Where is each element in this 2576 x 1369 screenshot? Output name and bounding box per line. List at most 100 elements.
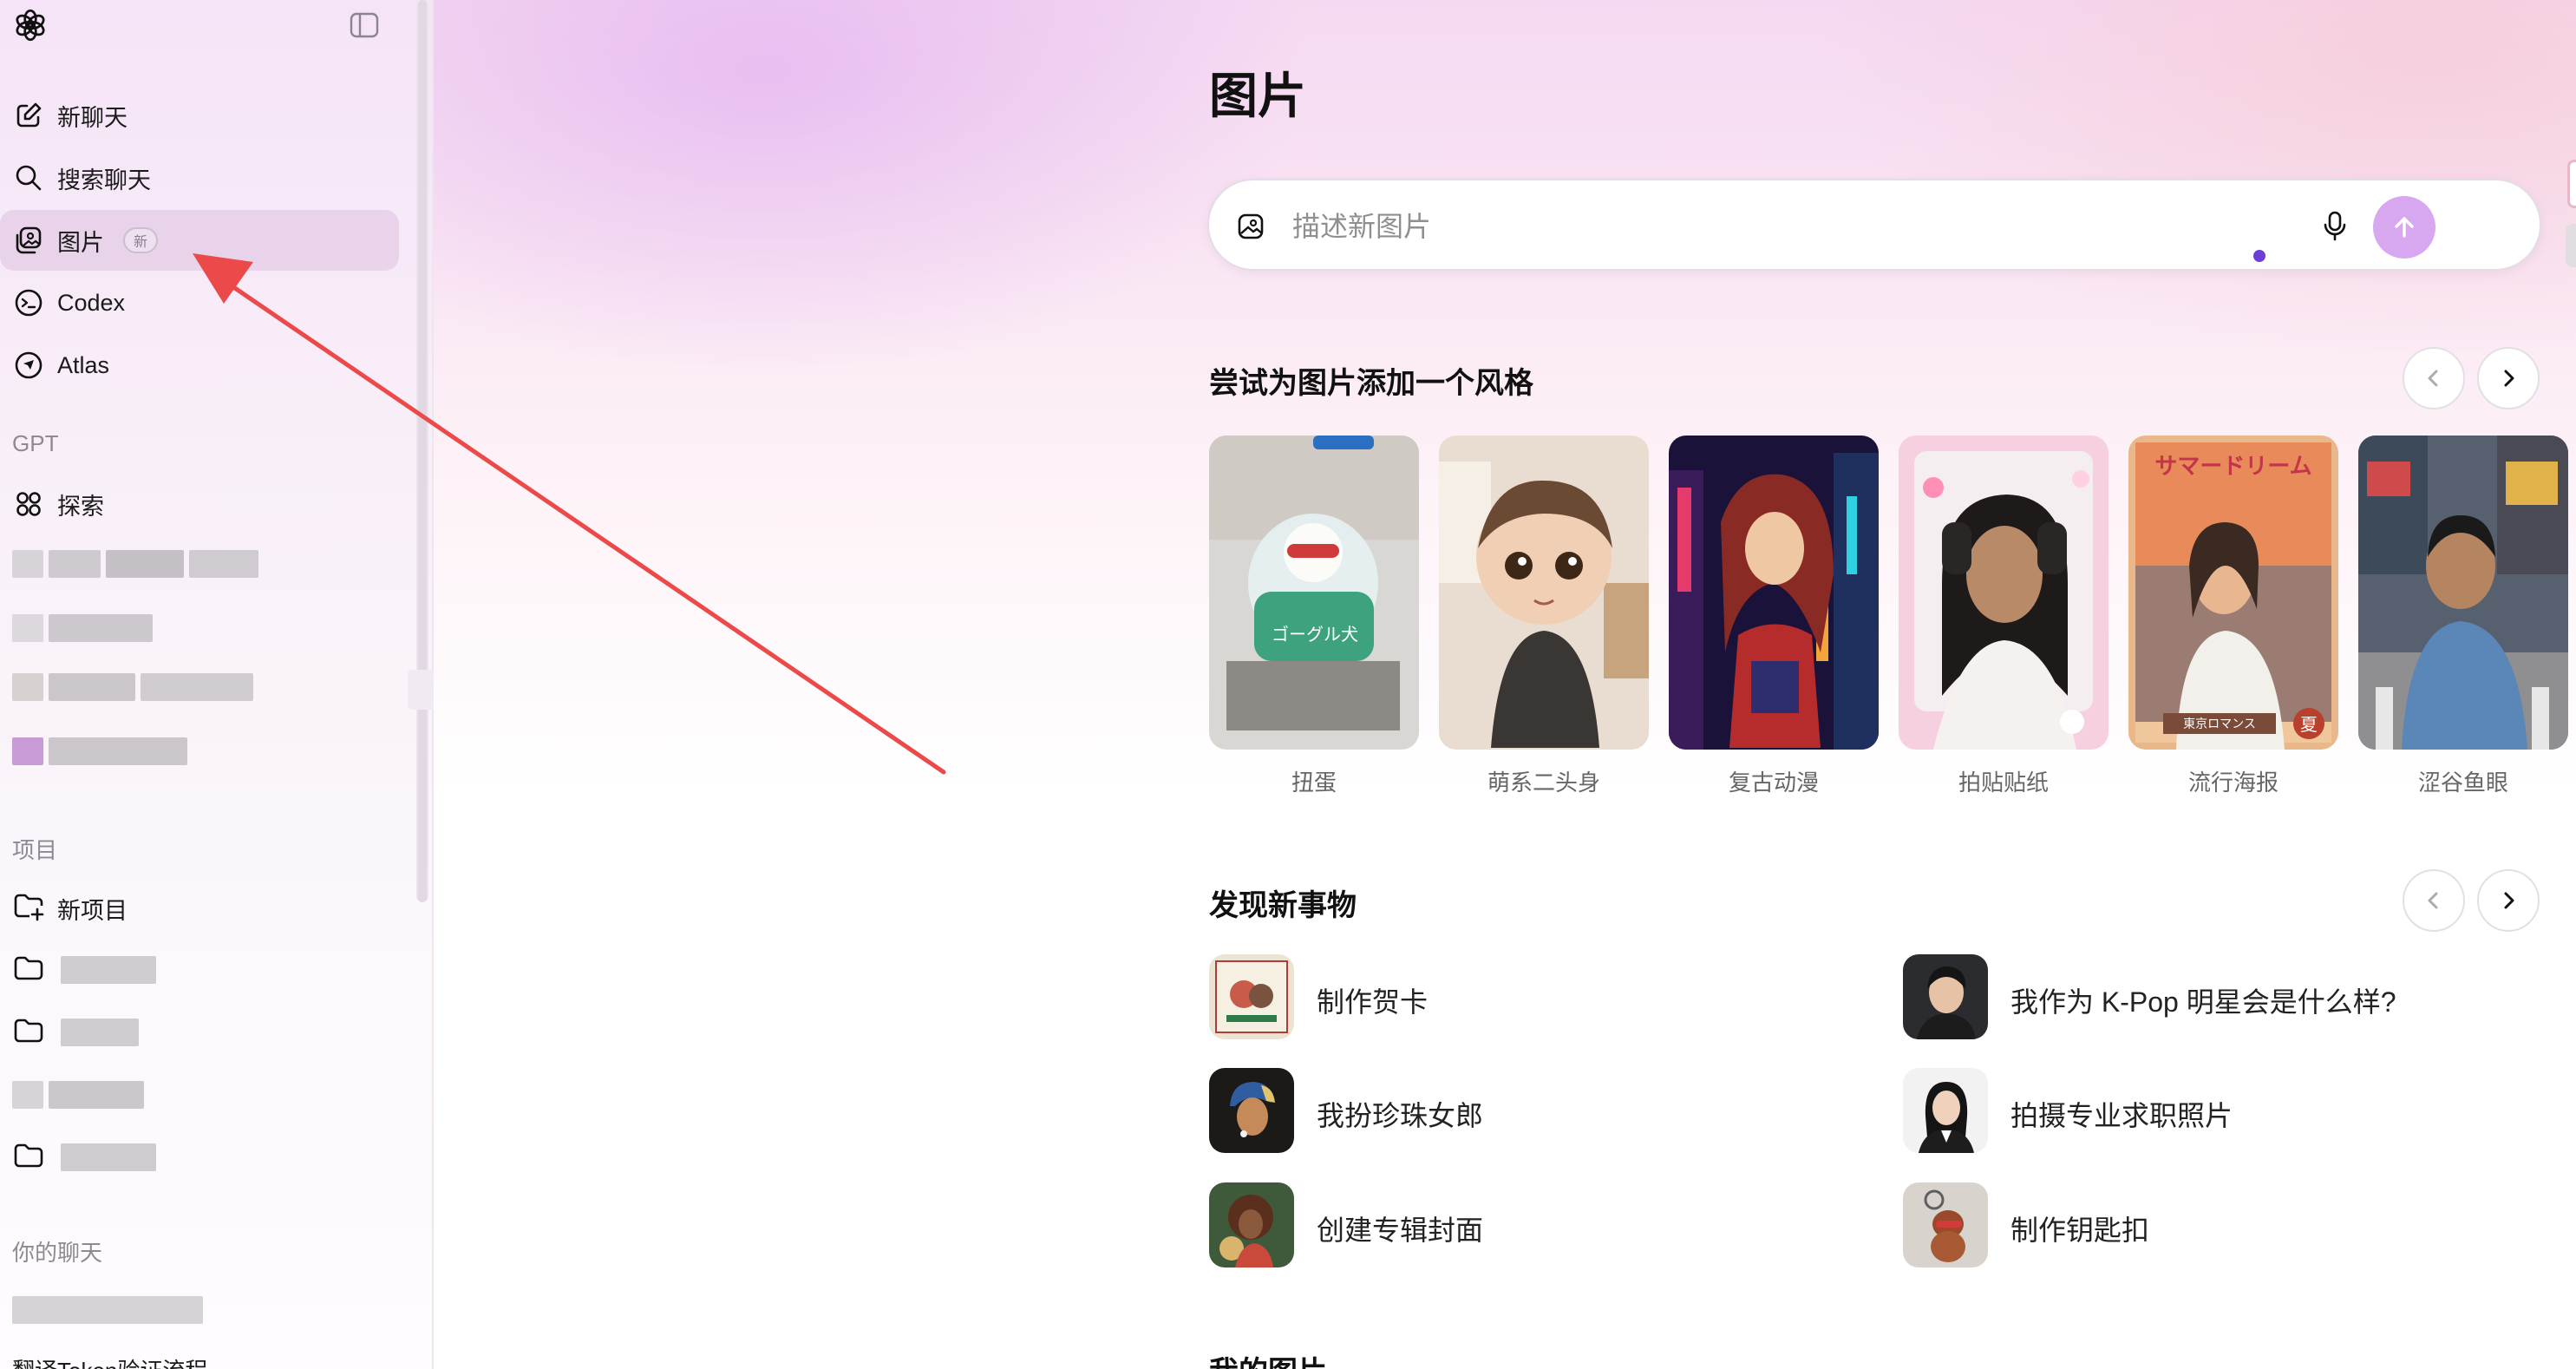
photo-sticker-thumbnail bbox=[1899, 436, 2109, 750]
projects-section-label: 项目 bbox=[12, 837, 58, 863]
sidebar: 新聊天 搜索聊天 图片 新 Codex Atlas GPT 探索 项目 新项目 … bbox=[0, 0, 437, 1369]
nav-new-chat[interactable]: 新聊天 bbox=[0, 85, 399, 146]
gpt-item-redacted[interactable] bbox=[12, 611, 153, 645]
side-panel-tab[interactable] bbox=[2566, 224, 2576, 267]
page-title: 图片 bbox=[1209, 69, 1306, 123]
discover-item-album-cover[interactable]: 创建专辑封面 bbox=[1209, 1182, 1868, 1267]
nav-search-chats-label: 搜索聊天 bbox=[57, 167, 151, 193]
discover-item-pearl-earring[interactable]: 我扮珍珠女郎 bbox=[1209, 1068, 1868, 1153]
grid-dots-icon bbox=[16, 492, 41, 516]
project-item-redacted[interactable] bbox=[0, 1001, 399, 1062]
gashapon-thumbnail: ゴーグル犬 bbox=[1209, 436, 1419, 750]
svg-text:東京ロマンス: 東京ロマンス bbox=[2183, 717, 2256, 731]
style-label: 流行海报 bbox=[2187, 770, 2279, 796]
pop-poster-thumbnail: サマードリーム 東京ロマンス 夏 bbox=[2128, 436, 2338, 750]
nav-atlas-label: Atlas bbox=[57, 351, 110, 378]
side-panel-tab[interactable] bbox=[2567, 160, 2576, 208]
style-label: 拍贴贴纸 bbox=[1958, 770, 2049, 796]
discover-item-label: 制作贺卡 bbox=[1317, 986, 1429, 1018]
chat-item[interactable]: 翻译Token验证流程 bbox=[12, 1353, 207, 1369]
svg-text:夏: 夏 bbox=[2300, 714, 2318, 735]
style-card-photo-sticker[interactable] bbox=[1899, 436, 2109, 750]
discover-item-greeting-card[interactable]: 制作贺卡 bbox=[1209, 954, 1868, 1039]
new-badge: 新 bbox=[123, 227, 159, 253]
styles-prev-button[interactable] bbox=[2403, 347, 2465, 409]
keychain-thumbnail bbox=[1903, 1182, 1988, 1267]
nav-codex[interactable]: Codex bbox=[0, 272, 399, 333]
sidebar-scrollbar-thumb[interactable] bbox=[418, 0, 427, 902]
nav-explore-label: 探索 bbox=[57, 493, 104, 520]
folder-icon bbox=[14, 1019, 43, 1043]
chevron-right-icon bbox=[2504, 370, 2514, 387]
discover-item-label: 拍摄专业求职照片 bbox=[2010, 1100, 2233, 1131]
microphone-icon[interactable] bbox=[2318, 208, 2352, 243]
gpt-item-redacted[interactable] bbox=[12, 734, 187, 769]
style-label: 涩谷鱼眼 bbox=[2417, 770, 2508, 796]
send-button[interactable] bbox=[2373, 196, 2435, 259]
chibi-thumbnail bbox=[1439, 436, 1649, 750]
discover-item-kpop[interactable]: 我作为 K-Pop 明星会是什么样? bbox=[1903, 954, 2562, 1039]
discover-prev-button[interactable] bbox=[2403, 869, 2465, 932]
pearl-earring-thumbnail bbox=[1209, 1068, 1294, 1153]
new-project-label: 新项目 bbox=[57, 898, 127, 924]
style-label: 萌系二头身 bbox=[1487, 770, 1600, 796]
images-icon bbox=[16, 226, 42, 254]
style-card-chibi[interactable] bbox=[1439, 436, 1649, 750]
your-chats-section-label: 你的聊天 bbox=[12, 1240, 103, 1266]
nav-new-chat-label: 新聊天 bbox=[57, 104, 127, 131]
discover-item-label: 制作钥匙扣 bbox=[2010, 1215, 2150, 1246]
nav-images-label: 图片 bbox=[57, 229, 104, 256]
discover-item-headshot[interactable]: 拍摄专业求职照片 bbox=[1903, 1068, 2562, 1153]
styles-next-button[interactable] bbox=[2477, 347, 2540, 409]
nav-codex-label: Codex bbox=[57, 289, 126, 316]
nav-search-chats[interactable]: 搜索聊天 bbox=[0, 147, 399, 208]
discover-item-label: 我扮珍珠女郎 bbox=[1317, 1100, 1484, 1131]
search-icon bbox=[16, 165, 42, 191]
style-label: 扭蛋 bbox=[1291, 770, 1337, 796]
image-upload-icon[interactable] bbox=[1235, 211, 1266, 242]
gpt-section-label: GPT bbox=[12, 430, 59, 456]
sidebar-header bbox=[0, 0, 434, 61]
my-images-section-title: 我的图片 bbox=[1209, 1348, 1327, 1369]
folder-icon bbox=[14, 1143, 43, 1168]
discover-next-button[interactable] bbox=[2477, 869, 2540, 932]
kpop-thumbnail bbox=[1903, 954, 1988, 1039]
codex-icon bbox=[15, 289, 42, 317]
new-project-button[interactable]: 新项目 bbox=[0, 876, 399, 937]
style-card-gashapon[interactable]: ゴーグル犬 bbox=[1209, 436, 1419, 750]
chat-item-redacted[interactable] bbox=[12, 1293, 203, 1327]
chevron-right-icon bbox=[2504, 892, 2514, 909]
edit-icon bbox=[16, 102, 42, 128]
svg-text:ゴーグル犬: ゴーグル犬 bbox=[1272, 624, 1358, 645]
discover-item-keychain[interactable]: 制作钥匙扣 bbox=[1903, 1182, 2562, 1267]
style-card-pop-poster[interactable]: サマードリーム 東京ロマンス 夏 bbox=[2128, 436, 2338, 750]
sidebar-resize-handle[interactable] bbox=[408, 670, 437, 710]
style-label: 复古动漫 bbox=[1728, 770, 1819, 796]
svg-text:サマードリーム: サマードリーム bbox=[2154, 454, 2311, 480]
nav-explore-gpts[interactable]: 探索 bbox=[0, 474, 399, 534]
chevron-left-icon bbox=[2428, 892, 2438, 909]
folder-icon bbox=[14, 956, 43, 980]
project-item-redacted[interactable] bbox=[0, 1126, 399, 1187]
nav-images[interactable]: 图片 新 bbox=[0, 210, 399, 271]
project-item-redacted[interactable] bbox=[0, 1064, 399, 1124]
arrow-up-icon bbox=[2395, 217, 2414, 238]
gpt-item-redacted[interactable] bbox=[12, 670, 253, 704]
style-card-retro-anime[interactable] bbox=[1669, 436, 1879, 750]
style-card-shibuya-fisheye[interactable] bbox=[2358, 436, 2568, 750]
discover-item-label: 创建专辑封面 bbox=[1317, 1215, 1484, 1246]
openai-logo-icon[interactable] bbox=[12, 7, 49, 43]
headshot-thumbnail bbox=[1903, 1068, 1988, 1153]
status-dot-icon bbox=[2253, 250, 2265, 262]
discover-item-label: 我作为 K-Pop 明星会是什么样? bbox=[2010, 986, 2396, 1018]
sidebar-toggle-icon[interactable] bbox=[349, 10, 380, 40]
discover-section-title: 发现新事物 bbox=[1209, 889, 1357, 922]
image-prompt-input[interactable] bbox=[1292, 205, 2333, 248]
retro-anime-thumbnail bbox=[1669, 436, 1879, 750]
atlas-icon bbox=[15, 351, 42, 379]
image-prompt-bar[interactable] bbox=[1207, 179, 2541, 271]
greeting-card-thumbnail bbox=[1209, 954, 1294, 1039]
project-item-redacted[interactable] bbox=[0, 939, 399, 999]
gpt-item-redacted[interactable] bbox=[12, 547, 258, 581]
nav-atlas[interactable]: Atlas bbox=[0, 335, 399, 396]
